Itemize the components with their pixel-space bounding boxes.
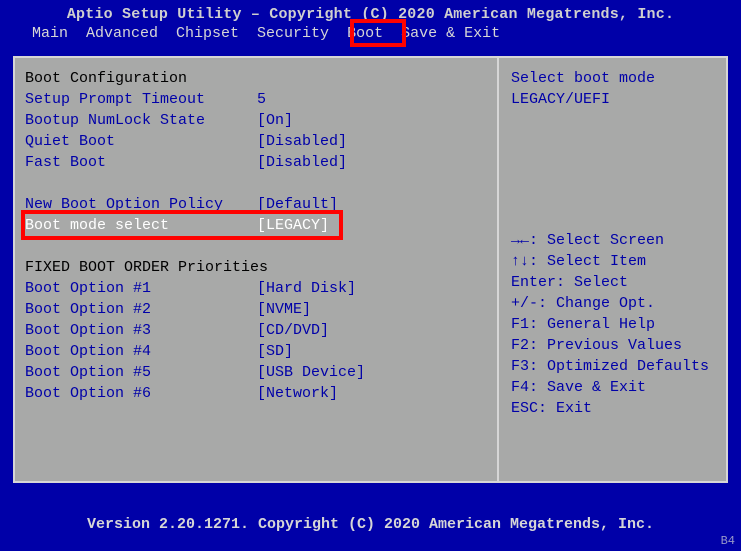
option-label: Fast Boot — [25, 152, 257, 173]
help-line-2: LEGACY/UEFI — [511, 89, 716, 110]
option-label: Boot mode select — [25, 215, 257, 236]
option-boot-option-5[interactable]: Boot Option #5 [USB Device] — [25, 362, 487, 383]
option-boot-option-1[interactable]: Boot Option #1 [Hard Disk] — [25, 278, 487, 299]
section-boot-config: Boot Configuration — [25, 68, 187, 89]
option-boot-mode-select[interactable]: Boot mode select [LEGACY] — [25, 215, 487, 236]
right-pane: Select boot mode LEGACY/UEFI →←: Select … — [497, 58, 726, 481]
option-value: [Disabled] — [257, 152, 487, 173]
option-label: Quiet Boot — [25, 131, 257, 152]
tab-main[interactable]: Main — [30, 25, 70, 42]
option-label: Boot Option #2 — [25, 299, 257, 320]
nav-select-item: ↑↓: Select Item — [511, 251, 716, 272]
option-value: [On] — [257, 110, 487, 131]
option-boot-option-3[interactable]: Boot Option #3 [CD/DVD] — [25, 320, 487, 341]
option-label: Boot Option #3 — [25, 320, 257, 341]
option-boot-option-6[interactable]: Boot Option #6 [Network] — [25, 383, 487, 404]
section-fixed-boot-order: FIXED BOOT ORDER Priorities — [25, 257, 268, 278]
bios-screen: Aptio Setup Utility – Copyright (C) 2020… — [0, 0, 741, 551]
option-value: [USB Device] — [257, 362, 487, 383]
nav-f4: F4: Save & Exit — [511, 377, 716, 398]
nav-change-opt: +/-: Change Opt. — [511, 293, 716, 314]
nav-esc: ESC: Exit — [511, 398, 716, 419]
option-label: Boot Option #6 — [25, 383, 257, 404]
option-value: [Network] — [257, 383, 487, 404]
option-fast-boot[interactable]: Fast Boot [Disabled] — [25, 152, 487, 173]
option-value: 5 — [257, 89, 487, 110]
tab-advanced[interactable]: Advanced — [84, 25, 160, 42]
option-label: Boot Option #5 — [25, 362, 257, 383]
option-bootup-numlock[interactable]: Bootup NumLock State [On] — [25, 110, 487, 131]
tab-save-exit[interactable]: Save & Exit — [399, 25, 502, 42]
option-label: Boot Option #4 — [25, 341, 257, 362]
option-value: [SD] — [257, 341, 487, 362]
nav-f2: F2: Previous Values — [511, 335, 716, 356]
option-boot-option-4[interactable]: Boot Option #4 [SD] — [25, 341, 487, 362]
option-label: New Boot Option Policy — [25, 194, 257, 215]
tab-security[interactable]: Security — [255, 25, 331, 42]
footer-version: Version 2.20.1271. Copyright (C) 2020 Am… — [0, 516, 741, 533]
option-value: [CD/DVD] — [257, 320, 487, 341]
option-value: [Hard Disk] — [257, 278, 487, 299]
nav-enter: Enter: Select — [511, 272, 716, 293]
help-line-1: Select boot mode — [511, 68, 716, 89]
option-new-boot-option-policy[interactable]: New Boot Option Policy [Default] — [25, 194, 487, 215]
nav-f3: F3: Optimized Defaults — [511, 356, 716, 377]
header-title: Aptio Setup Utility – Copyright (C) 2020… — [0, 0, 741, 23]
menu-bar: Main Advanced Chipset Security Boot Save… — [0, 23, 741, 45]
option-setup-prompt-timeout[interactable]: Setup Prompt Timeout 5 — [25, 89, 487, 110]
option-value: [Disabled] — [257, 131, 487, 152]
option-label: Setup Prompt Timeout — [25, 89, 257, 110]
panel-frame: Boot Configuration Setup Prompt Timeout … — [13, 56, 728, 483]
nav-f1: F1: General Help — [511, 314, 716, 335]
option-label: Boot Option #1 — [25, 278, 257, 299]
option-value: [NVME] — [257, 299, 487, 320]
tab-chipset[interactable]: Chipset — [174, 25, 241, 42]
option-value: [Default] — [257, 194, 487, 215]
option-boot-option-2[interactable]: Boot Option #2 [NVME] — [25, 299, 487, 320]
option-value: [LEGACY] — [257, 215, 487, 236]
left-pane: Boot Configuration Setup Prompt Timeout … — [15, 58, 497, 481]
option-label: Bootup NumLock State — [25, 110, 257, 131]
nav-select-screen: →←: Select Screen — [511, 230, 716, 251]
page-badge: B4 — [721, 534, 735, 548]
tab-boot[interactable]: Boot — [345, 25, 385, 42]
option-quiet-boot[interactable]: Quiet Boot [Disabled] — [25, 131, 487, 152]
